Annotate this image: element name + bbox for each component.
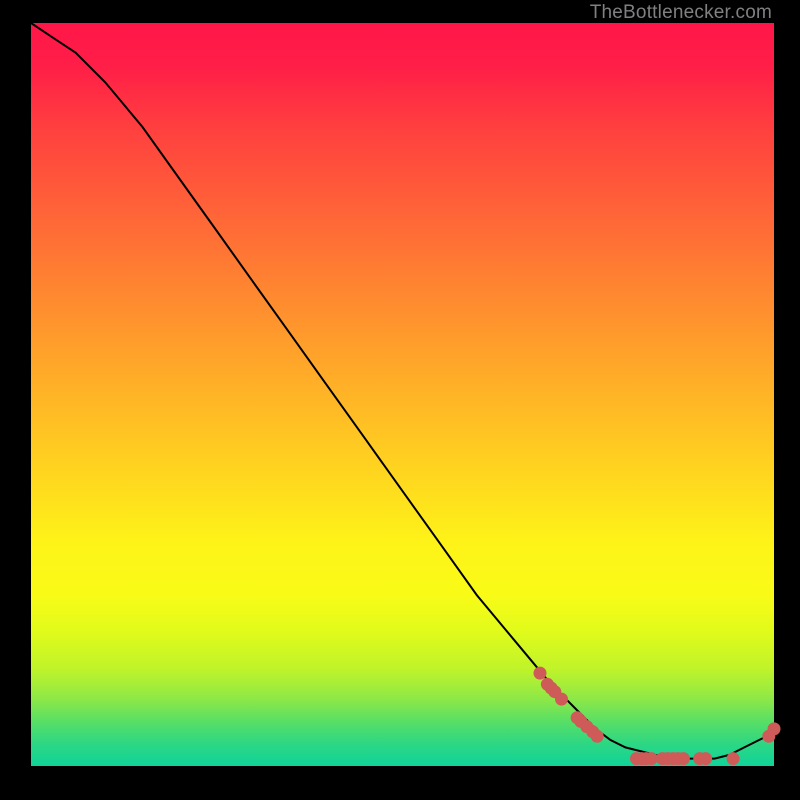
chart-stage: TheBottlenecker.com bbox=[0, 0, 800, 800]
cluster-marker bbox=[700, 753, 712, 765]
credit-label: TheBottlenecker.com bbox=[590, 2, 772, 24]
cluster-marker bbox=[677, 753, 689, 765]
cluster-marker bbox=[556, 693, 568, 705]
marker-group bbox=[534, 667, 780, 765]
chart-svg bbox=[31, 23, 774, 766]
plot-area bbox=[31, 23, 774, 766]
bottleneck-curve bbox=[31, 23, 774, 759]
cluster-marker bbox=[645, 753, 657, 765]
cluster-marker bbox=[727, 753, 739, 765]
cluster-marker bbox=[768, 723, 780, 735]
cluster-marker bbox=[534, 667, 546, 679]
cluster-marker bbox=[591, 730, 603, 742]
